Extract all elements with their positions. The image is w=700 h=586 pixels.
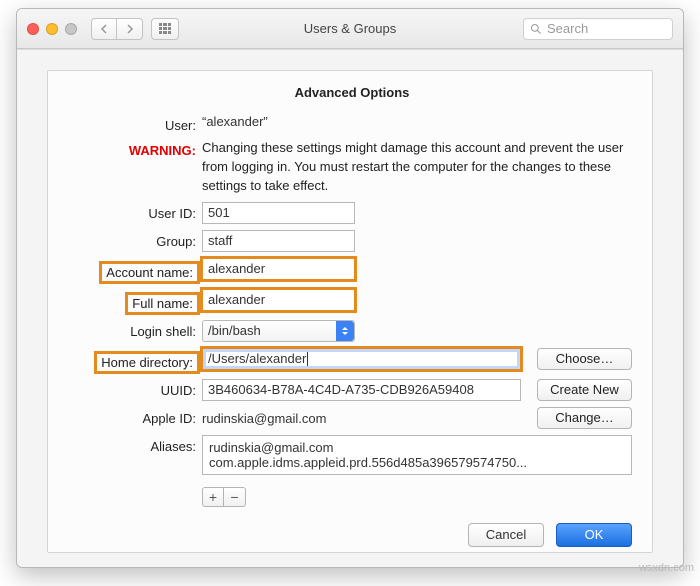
create-new-button[interactable]: Create New [537, 379, 632, 401]
user-id-field[interactable]: 501 [202, 202, 355, 224]
zoom-window-button[interactable] [65, 23, 77, 35]
warning-row: WARNING: Changing these settings might d… [72, 139, 632, 196]
search-placeholder: Search [547, 21, 588, 36]
minimize-window-button[interactable] [46, 23, 58, 35]
login-shell-select[interactable]: /bin/bash [202, 320, 355, 342]
home-dir-field[interactable]: /Users/alexander [202, 348, 521, 370]
add-alias-button[interactable]: + [202, 487, 224, 507]
chevron-left-icon [100, 24, 108, 34]
alias-add-remove: + − [202, 487, 632, 507]
login-shell-label: Login shell: [72, 320, 202, 339]
group-field[interactable]: staff [202, 230, 355, 252]
aliases-label: Aliases: [72, 435, 202, 454]
choose-button[interactable]: Choose… [537, 348, 632, 370]
nav-back-forward [91, 18, 143, 40]
remove-alias-button[interactable]: − [224, 487, 246, 507]
home-dir-row: Home directory: /Users/alexander Choose… [72, 348, 632, 373]
cancel-button[interactable]: Cancel [468, 523, 544, 547]
account-name-label: Account name: [72, 258, 202, 283]
account-name-field[interactable]: alexander [202, 258, 355, 280]
warning-label: WARNING: [72, 139, 202, 158]
group-row: Group: staff [72, 230, 632, 252]
ok-button[interactable]: OK [556, 523, 632, 547]
alias-line-1: rudinskia@gmail.com [209, 440, 625, 455]
uuid-label: UUID: [72, 379, 202, 398]
aliases-list[interactable]: rudinskia@gmail.com com.apple.idms.apple… [202, 435, 632, 475]
alias-line-2: com.apple.idms.appleid.prd.556d485a39657… [209, 455, 625, 470]
warning-text: Changing these settings might damage thi… [202, 139, 632, 196]
full-name-label: Full name: [72, 289, 202, 314]
search-input[interactable]: Search [523, 18, 673, 40]
grid-icon [159, 23, 171, 35]
text-cursor-icon [307, 352, 308, 366]
show-all-button[interactable] [151, 18, 179, 40]
user-label: User: [72, 114, 202, 133]
minus-icon: − [230, 489, 238, 505]
full-name-field[interactable]: alexander [202, 289, 355, 311]
change-button[interactable]: Change… [537, 407, 632, 429]
aliases-row: Aliases: rudinskia@gmail.com com.apple.i… [72, 435, 632, 507]
sheet-footer: Cancel OK [72, 513, 632, 547]
nav-forward-button[interactable] [117, 18, 143, 40]
chevron-right-icon [126, 24, 134, 34]
watermark: wsxdn.com [639, 562, 694, 574]
home-dir-label: Home directory: [72, 348, 202, 373]
login-shell-row: Login shell: /bin/bash [72, 320, 632, 342]
user-row: User: “alexander” [72, 114, 632, 133]
nav-back-button[interactable] [91, 18, 117, 40]
titlebar: Users & Groups Search [17, 9, 683, 49]
advanced-options-sheet: Advanced Options User: “alexander” WARNI… [47, 70, 653, 553]
sheet-title: Advanced Options [72, 85, 632, 100]
search-icon [530, 23, 542, 35]
window-controls [27, 23, 77, 35]
uuid-field[interactable]: 3B460634-B78A-4C4D-A735-CDB926A59408 [202, 379, 521, 401]
sheet-backdrop: Advanced Options User: “alexander” WARNI… [17, 49, 683, 567]
user-value: “alexander” [202, 114, 632, 129]
apple-id-value: rudinskia@gmail.com [202, 407, 521, 426]
preferences-window: Users & Groups Search Advanced Options U… [16, 8, 684, 568]
account-name-row: Account name: alexander [72, 258, 632, 283]
chevron-up-down-icon [336, 321, 354, 341]
uuid-row: UUID: 3B460634-B78A-4C4D-A735-CDB926A594… [72, 379, 632, 401]
group-label: Group: [72, 230, 202, 249]
close-window-button[interactable] [27, 23, 39, 35]
apple-id-label: Apple ID: [72, 407, 202, 426]
plus-icon: + [209, 489, 217, 505]
apple-id-row: Apple ID: rudinskia@gmail.com Change… [72, 407, 632, 429]
user-id-label: User ID: [72, 202, 202, 221]
user-id-row: User ID: 501 [72, 202, 632, 224]
full-name-row: Full name: alexander [72, 289, 632, 314]
